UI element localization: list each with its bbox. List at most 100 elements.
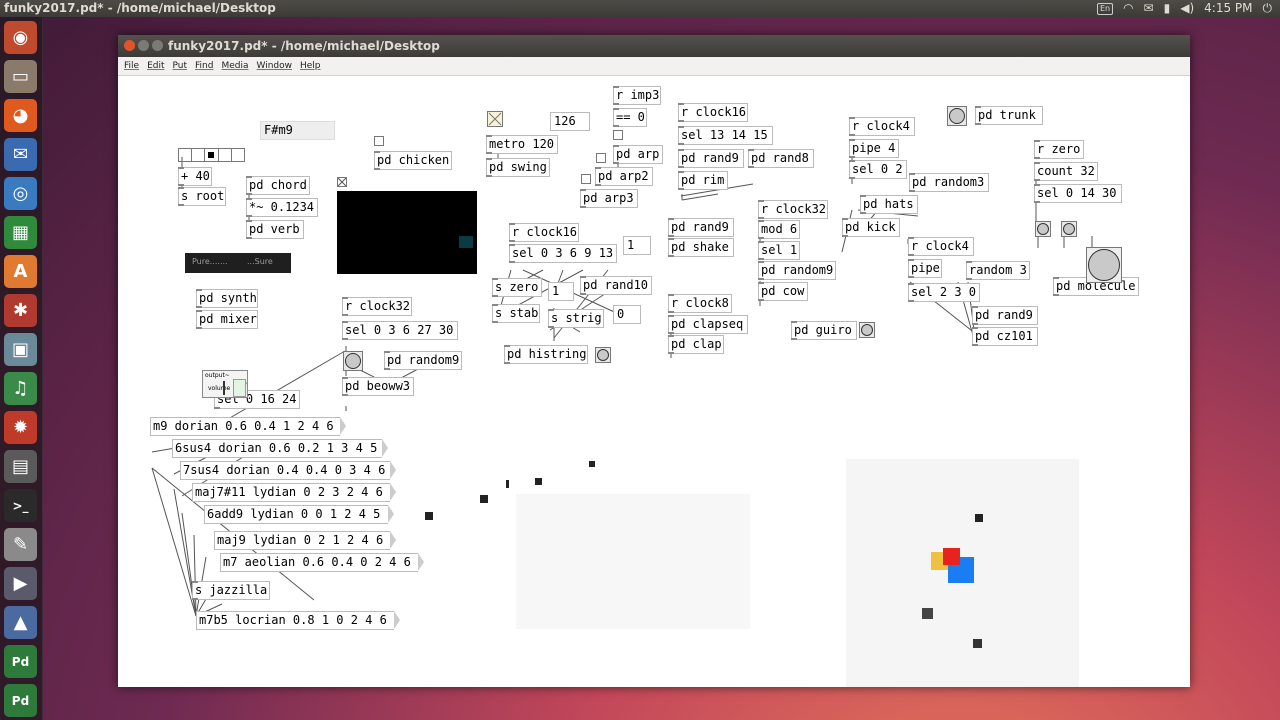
pd-pd-chicken[interactable]: pd chicken — [374, 151, 452, 170]
pd-sel1[interactable]: sel 1 — [758, 241, 800, 260]
pd-sel-0-3[interactable]: sel 0 3 6 9 13 — [509, 244, 617, 263]
pd-maj7s11[interactable]: maj7#11 lydian 0 2 3 2 4 6 — [192, 483, 396, 502]
pd-s-stab[interactable]: s stab — [492, 304, 540, 323]
pd-pd-rand8[interactable]: pd rand8 — [748, 149, 814, 168]
bang-beow[interactable] — [343, 351, 363, 371]
pd-num-one-a[interactable]: 1 — [623, 236, 651, 255]
text-editor-icon[interactable]: ✎ — [4, 528, 37, 561]
pd-sus4-6[interactable]: 6sus4 dorian 0.6 0.2 1 3 4 5 — [172, 439, 388, 458]
pd-pd-kick[interactable]: pd kick — [842, 218, 900, 237]
maximize-button[interactable] — [152, 40, 163, 51]
pd-pd-arp3[interactable]: pd arp3 — [580, 189, 638, 208]
pd-gain[interactable]: *~ 0.1234 — [246, 198, 318, 217]
pd-pd-rand9-c[interactable]: pd rand9 — [972, 306, 1038, 325]
menu-edit[interactable]: Edit — [147, 61, 164, 71]
bang-guiro[interactable] — [859, 322, 875, 338]
pd-sel-0-2[interactable]: sel 0 2 — [849, 160, 907, 179]
thunderbird-icon[interactable]: ✉ — [4, 138, 37, 171]
pd-metro-num[interactable]: 126 — [550, 112, 590, 131]
minimize-button[interactable] — [138, 40, 149, 51]
pd-s-jazzilla[interactable]: s jazzilla — [192, 581, 270, 600]
pd-pd-mixer[interactable]: pd mixer — [196, 310, 258, 329]
pd-metro[interactable]: metro 120 — [486, 135, 558, 154]
pd-s-strig[interactable]: s strig — [548, 309, 604, 328]
toggle-arp2[interactable] — [596, 153, 606, 163]
menu-file[interactable]: File — [124, 61, 139, 71]
pd-pipe[interactable]: pipe — [908, 259, 942, 278]
settings-icon[interactable]: ✱ — [4, 294, 37, 327]
menu-find[interactable]: Find — [195, 61, 213, 71]
spreadsheet-icon[interactable]: ▦ — [4, 216, 37, 249]
bang-molecule-2[interactable] — [1061, 221, 1077, 237]
menu-help[interactable]: Help — [300, 61, 321, 71]
puredata-icon-2[interactable]: Pd — [4, 684, 37, 717]
toggle-arp[interactable] — [613, 130, 623, 140]
pd-num-one-b[interactable]: 1 — [548, 282, 574, 301]
puredata-icon[interactable]: Pd — [4, 645, 37, 678]
pd-r-clock16-b[interactable]: r clock16 — [509, 223, 579, 242]
bang-molecule-1[interactable] — [1035, 221, 1051, 237]
chromium-icon[interactable]: ◎ — [4, 177, 37, 210]
pd-pd-shake[interactable]: pd shake — [668, 238, 734, 257]
pd-pd-random9-b[interactable]: pd random9 — [384, 351, 462, 370]
pd-pd-chord[interactable]: pd chord — [246, 176, 310, 195]
pd-pd-random3[interactable]: pd random3 — [909, 173, 989, 192]
wifi-icon[interactable]: ◠ — [1123, 0, 1133, 17]
pd-mod6[interactable]: mod 6 — [758, 220, 800, 239]
toggle-metro[interactable] — [487, 111, 503, 127]
terminal-icon[interactable]: >_ — [4, 489, 37, 522]
pd-r-clock4-b[interactable]: r clock4 — [908, 237, 974, 256]
pd-r-clock8[interactable]: r clock8 — [668, 294, 732, 313]
pd-count32[interactable]: count 32 — [1034, 162, 1098, 181]
pd-pd-rand9-a[interactable]: pd rand9 — [678, 149, 744, 168]
clock[interactable]: 4:15 PM — [1204, 0, 1252, 17]
pd-pd-trunk[interactable]: pd trunk — [975, 106, 1043, 125]
firefox-icon[interactable]: ◕ — [4, 99, 37, 132]
calculator-icon[interactable]: ▤ — [4, 450, 37, 483]
pd-pd-arp[interactable]: pd arp — [613, 145, 663, 164]
pd-r-zero[interactable]: r zero — [1034, 140, 1084, 159]
fire-app-icon[interactable]: ✹ — [4, 411, 37, 444]
menu-put[interactable]: Put — [173, 61, 188, 71]
files-icon[interactable]: ▭ — [4, 60, 37, 93]
pd-s-root[interactable]: s root — [178, 187, 226, 206]
window-titlebar[interactable]: funky2017.pd* - /home/michael/Desktop — [118, 35, 1190, 57]
pd-pd-hats[interactable]: pd hats — [860, 195, 918, 214]
pd-m9[interactable]: m9 dorian 0.6 0.4 1 2 4 6 — [150, 417, 346, 436]
presentation-icon[interactable]: ▲ — [4, 606, 37, 639]
pd-add9-6[interactable]: 6add9 lydian 0 0 1 2 4 5 — [204, 505, 394, 524]
image-viewer-icon[interactable]: ▣ — [4, 333, 37, 366]
battery-icon[interactable]: ▮ — [1164, 0, 1171, 17]
close-button[interactable] — [124, 40, 135, 51]
pd-num-zero[interactable]: 0 — [613, 305, 641, 324]
toggle-arp3[interactable] — [581, 174, 591, 184]
pd-sel-0-14-30[interactable]: sel 0 14 30 — [1034, 184, 1122, 203]
pd-sus4-7[interactable]: 7sus4 dorian 0.4 0.4 0 3 4 6 — [180, 461, 396, 480]
molecule-bang-large[interactable] — [1086, 247, 1122, 283]
pd-pd-rand10[interactable]: pd rand10 — [580, 276, 652, 295]
pd-m7[interactable]: m7 aeolian 0.6 0.4 0 2 4 6 — [220, 553, 424, 572]
pd-pd-cow[interactable]: pd cow — [758, 282, 808, 301]
pd-pd-cz101[interactable]: pd cz101 — [972, 327, 1038, 346]
pd-pd-verb[interactable]: pd verb — [246, 220, 304, 239]
keyboard-indicator[interactable]: En — [1096, 2, 1114, 15]
pd-pd-synth[interactable]: pd synth — [196, 289, 258, 308]
power-icon[interactable]: ⏻ — [1263, 0, 1273, 17]
pd-r-clock32-b[interactable]: r clock32 — [342, 297, 412, 316]
pd-maj9[interactable]: maj9 lydian 0 2 1 2 4 6 — [214, 531, 396, 550]
pd-pd-clapseq[interactable]: pd clapseq — [668, 315, 748, 334]
pd-pd-random9-a[interactable]: pd random9 — [758, 261, 836, 280]
pd-sel-2-3-0[interactable]: sel 2 3 0 — [908, 283, 980, 302]
patch-canvas[interactable]: F#m9 + 40 s root pd chicken pd chord *~ 0.123… — [118, 76, 1190, 687]
menu-media[interactable]: Media — [221, 61, 248, 71]
volume-icon[interactable]: ◀) — [1180, 0, 1194, 17]
pd-s-zero[interactable]: s zero — [492, 278, 542, 297]
pd-sel-13[interactable]: sel 13 14 15 — [678, 126, 773, 145]
ubuntu-logo-icon[interactable]: ◉ — [4, 21, 37, 54]
lmms-icon[interactable]: ♫ — [4, 372, 37, 405]
video-editor-icon[interactable]: ▶ — [4, 567, 37, 600]
pd-r-clock4-a[interactable]: r clock4 — [849, 117, 915, 136]
toggle-chicken[interactable] — [374, 136, 384, 146]
pd-pd-clap[interactable]: pd clap — [668, 335, 724, 354]
pd-r-clock16-a[interactable]: r clock16 — [678, 103, 748, 122]
